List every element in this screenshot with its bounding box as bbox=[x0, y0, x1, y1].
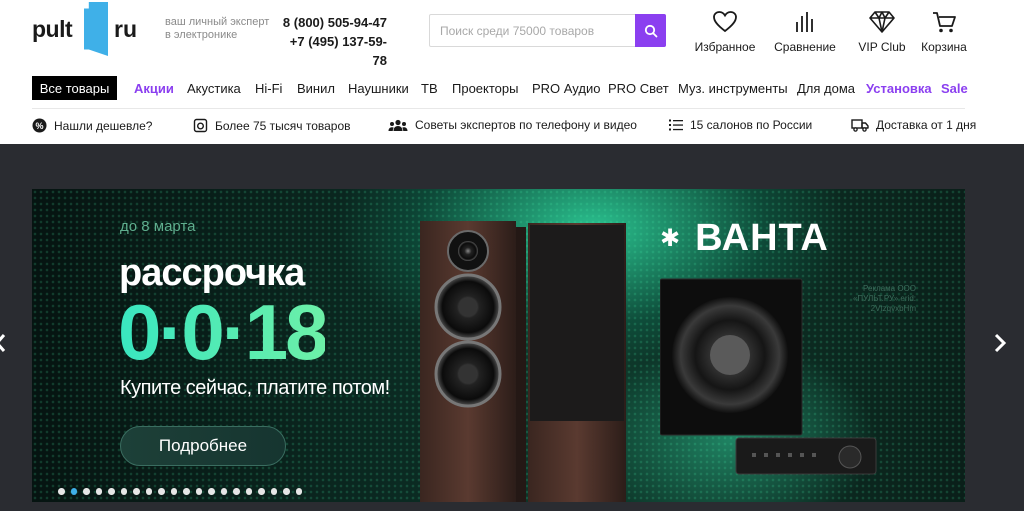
vip-club-button[interactable]: VIP Club bbox=[854, 10, 910, 54]
carousel-dot[interactable] bbox=[133, 488, 140, 495]
carousel-dot[interactable] bbox=[258, 488, 265, 495]
chevron-right-icon bbox=[994, 333, 1007, 353]
brand-name: ВАНТА bbox=[695, 217, 829, 259]
nav-item-headphones[interactable]: Наушники bbox=[348, 81, 409, 96]
cart-button[interactable]: Корзина bbox=[920, 10, 968, 54]
banner-subtitle: Купите сейчас, платите потом! bbox=[120, 377, 390, 399]
phone-moscow[interactable]: +7 (495) 137-59-78 bbox=[277, 32, 387, 70]
phones: 8 (800) 505-94-47 +7 (495) 137-59-78 bbox=[277, 13, 387, 70]
search-button[interactable] bbox=[635, 14, 666, 47]
box-icon bbox=[193, 118, 208, 133]
nav-item-acoustics[interactable]: Акустика bbox=[187, 81, 241, 96]
carousel-dot[interactable] bbox=[83, 488, 90, 495]
carousel-prev-button[interactable] bbox=[0, 329, 8, 362]
carousel-next-button[interactable] bbox=[990, 329, 1010, 362]
compare-bars-icon bbox=[796, 12, 813, 32]
phone-toll-free[interactable]: 8 (800) 505-94-47 bbox=[277, 13, 387, 32]
nav-item-sale[interactable]: Sale bbox=[941, 81, 968, 96]
all-products-button[interactable]: Все товары bbox=[32, 76, 117, 100]
carousel-dot[interactable] bbox=[70, 488, 77, 495]
percent-icon: % bbox=[32, 118, 47, 133]
carousel-dot[interactable] bbox=[270, 488, 277, 495]
carousel-dot[interactable] bbox=[95, 488, 102, 495]
carousel-dot[interactable] bbox=[195, 488, 202, 495]
vip-club-label: VIP Club bbox=[858, 40, 906, 54]
nav-item-vinyl[interactable]: Винил bbox=[297, 81, 335, 96]
carousel-dot[interactable] bbox=[245, 488, 252, 495]
nav-item-home[interactable]: Для дома bbox=[797, 81, 855, 96]
feature-cheaper[interactable]: % Нашли дешевле? bbox=[32, 118, 152, 133]
favorites-label: Избранное bbox=[694, 40, 756, 54]
nav-item-hifi[interactable]: Hi-Fi bbox=[255, 81, 282, 96]
banner-brand: ✱ ВАНТА bbox=[660, 217, 829, 260]
logo-mark bbox=[84, 2, 108, 56]
ad-disclaimer: Реклама ООО «ПУЛЬТ.РУ» erid: 2VtzqvxbHm bbox=[852, 284, 916, 313]
feature-label: Советы экспертов по телефону и видео bbox=[415, 118, 637, 132]
carousel-dot[interactable] bbox=[108, 488, 115, 495]
promo-banner[interactable]: до 8 марта рассрочка 0·0·18 Купите сейча… bbox=[32, 189, 965, 502]
carousel-dot[interactable] bbox=[58, 488, 65, 495]
nav-item-instruments[interactable]: Муз. инструменты bbox=[678, 81, 788, 96]
search-input[interactable] bbox=[430, 15, 636, 46]
nav-item-pro-light[interactable]: PRO Свет bbox=[608, 81, 669, 96]
truck-icon bbox=[851, 118, 869, 132]
nav-item-pro-audio[interactable]: PRO Аудио bbox=[532, 81, 600, 96]
feature-label: Доставка от 1 дня bbox=[876, 118, 977, 132]
nav-item-installation[interactable]: Установка bbox=[866, 81, 932, 96]
speakers-image bbox=[420, 221, 626, 502]
nav-item-tv[interactable]: ТВ bbox=[421, 81, 438, 96]
asterisk-icon: ✱ bbox=[660, 225, 682, 252]
banner-more-button[interactable]: Подробнее bbox=[120, 426, 286, 466]
feature-delivery[interactable]: Доставка от 1 дня bbox=[851, 118, 976, 132]
diamond-icon bbox=[869, 11, 895, 33]
carousel-dot[interactable] bbox=[120, 488, 127, 495]
tagline: ваш личный эксперт в электронике bbox=[165, 16, 270, 41]
header-actions: Избранное Сравнение VIP Club Корзина bbox=[690, 10, 980, 60]
search-box bbox=[429, 14, 666, 47]
logo[interactable]: pult ru bbox=[32, 2, 142, 56]
carousel-dot[interactable] bbox=[158, 488, 165, 495]
carousel-dot[interactable] bbox=[208, 488, 215, 495]
carousel-dot[interactable] bbox=[145, 488, 152, 495]
features-bar: % Нашли дешевле? Более 75 тысяч товаров … bbox=[32, 114, 976, 138]
banner-installment-terms: 0·0·18 bbox=[118, 288, 328, 376]
carousel-dot[interactable] bbox=[183, 488, 190, 495]
cart-icon bbox=[933, 12, 956, 33]
svg-text:%: % bbox=[35, 121, 43, 131]
favorites-button[interactable]: Избранное bbox=[694, 10, 756, 54]
logo-text-right: ru bbox=[114, 16, 137, 42]
main-nav: Все товары Акции Акустика Hi-Fi Винил На… bbox=[32, 76, 972, 100]
carousel-dot[interactable] bbox=[283, 488, 290, 495]
feature-stores[interactable]: 15 салонов по России bbox=[669, 118, 812, 132]
carousel-dot[interactable] bbox=[170, 488, 177, 495]
heart-icon bbox=[713, 11, 737, 33]
feature-experts[interactable]: Советы экспертов по телефону и видео bbox=[388, 118, 637, 132]
logo-text-left: pult bbox=[32, 16, 73, 42]
nav-item-promotions[interactable]: Акции bbox=[134, 81, 174, 96]
feature-label: 15 салонов по России bbox=[690, 118, 813, 132]
carousel-dot[interactable] bbox=[220, 488, 227, 495]
site-header: pult ru ваш личный эксперт в электронике… bbox=[0, 0, 1024, 68]
nav-divider bbox=[32, 108, 965, 109]
carousel-dot[interactable] bbox=[233, 488, 240, 495]
nav-item-projectors[interactable]: Проекторы bbox=[452, 81, 518, 96]
compare-button[interactable]: Сравнение bbox=[772, 10, 838, 54]
feature-products[interactable]: Более 75 тысяч товаров bbox=[193, 118, 351, 133]
carousel-dot[interactable] bbox=[295, 488, 302, 495]
feature-label: Более 75 тысяч товаров bbox=[215, 118, 351, 133]
carousel-pagination bbox=[58, 488, 302, 495]
cart-label: Корзина bbox=[921, 40, 967, 54]
people-icon bbox=[388, 119, 408, 132]
feature-label: Нашли дешевле? bbox=[54, 118, 153, 133]
search-icon bbox=[644, 24, 657, 37]
list-icon bbox=[669, 119, 683, 131]
banner-date: до 8 марта bbox=[120, 218, 196, 235]
chevron-left-icon bbox=[0, 334, 6, 352]
compare-label: Сравнение bbox=[774, 40, 836, 54]
